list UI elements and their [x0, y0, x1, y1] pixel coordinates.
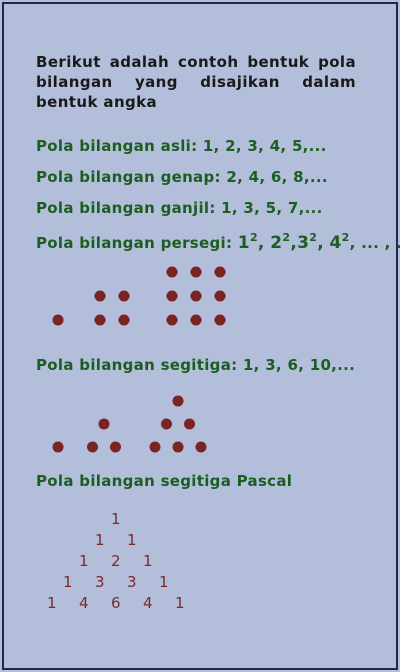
- square-dot: [166, 266, 178, 278]
- pascal-number: 6: [111, 594, 121, 612]
- pascal-number: 1: [111, 510, 121, 528]
- pascal-number: 1: [63, 573, 73, 591]
- square-dot: [94, 314, 106, 326]
- pascal-number: 2: [111, 552, 121, 570]
- triangle-dot: [149, 441, 161, 453]
- pascal-number: 1: [79, 552, 89, 570]
- pascal-number: 4: [143, 594, 153, 612]
- triangle-dot: [98, 418, 110, 430]
- square-dot: [94, 290, 106, 302]
- triangle-dot: [184, 418, 195, 430]
- triangle-dot: [87, 441, 98, 453]
- triangle-dot: [52, 441, 64, 453]
- triangle-dot: [172, 441, 184, 453]
- square-dot: [166, 314, 178, 326]
- pascal-number: 3: [95, 573, 105, 591]
- square-dot-patterns: [52, 266, 226, 453]
- pascal-number: 4: [79, 594, 89, 612]
- square-dot: [190, 266, 202, 278]
- square-dot: [52, 314, 64, 326]
- pascal-number: 1: [159, 573, 169, 591]
- square-dot: [214, 290, 226, 302]
- triangle-dot: [110, 441, 121, 453]
- pascal-number: 1: [175, 594, 185, 612]
- square-dot: [118, 290, 130, 302]
- triangle-dot: [172, 395, 184, 407]
- line-bilangan-segitiga: Pola bilangan segitiga: 1, 3, 6, 10,...: [36, 356, 356, 374]
- square-dot: [190, 290, 202, 302]
- pascal-number: 3: [127, 573, 137, 591]
- pascal-number: 1: [127, 531, 137, 549]
- pascal-number: 1: [47, 594, 57, 612]
- pascal-title: Pola bilangan segitiga Pascal: [36, 472, 293, 490]
- pascal-number: 1: [143, 552, 153, 570]
- triangle-dot: [195, 441, 207, 453]
- square-dot: [166, 290, 178, 302]
- square-dot: [214, 266, 226, 278]
- triangle-dot: [161, 418, 172, 430]
- pascal-number: 1: [95, 531, 105, 549]
- square-dot: [118, 314, 130, 326]
- square-dot: [214, 314, 226, 326]
- square-dot: [190, 314, 202, 326]
